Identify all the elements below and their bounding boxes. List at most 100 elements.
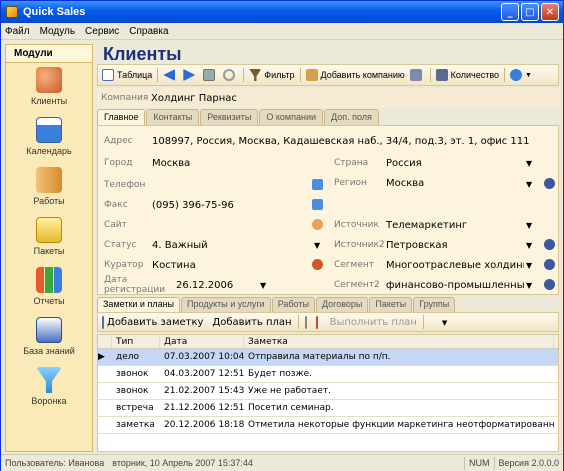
tab-packages[interactable]: Пакеты xyxy=(369,297,413,312)
execute-plan-label: Выполнить план xyxy=(329,316,417,328)
tab-about[interactable]: О компании xyxy=(259,109,324,125)
chevron-down-icon[interactable]: ▼ xyxy=(526,281,532,290)
add-company-button[interactable]: Добавить компанию xyxy=(305,69,405,81)
title-bar[interactable]: Quick Sales _ □ ✕ xyxy=(1,1,563,23)
next-record-button[interactable] xyxy=(183,69,198,81)
city-field[interactable]: Москва xyxy=(152,158,190,169)
save-button[interactable] xyxy=(203,69,218,81)
binoculars-icon[interactable] xyxy=(544,259,555,270)
notes-table: Тип Дата Заметка ▶ дело 07.03.2007 10:04… xyxy=(97,334,559,452)
chevron-down-icon[interactable]: ▼ xyxy=(526,159,532,168)
calendar-icon xyxy=(36,117,62,143)
options-button[interactable]: ▼ xyxy=(510,69,532,81)
tab-extra-fields[interactable]: Доп. поля xyxy=(324,109,379,125)
segment2-select[interactable]: финансово-промышленные xyxy=(386,280,524,291)
delete-icon xyxy=(315,315,318,329)
chevron-down-icon[interactable]: ▼ xyxy=(526,180,532,189)
hand-button[interactable] xyxy=(430,317,433,328)
clients-icon xyxy=(36,67,62,93)
sidebar-item-packages[interactable]: Пакеты xyxy=(6,213,92,263)
address-field[interactable]: 108997, Россия, Москва, Кадашевская наб.… xyxy=(152,136,530,147)
table-row[interactable]: заметка 20.12.2006 18:18 Отметила некото… xyxy=(98,417,558,434)
menu-help[interactable]: Справка xyxy=(129,26,168,37)
chevron-down-icon[interactable]: ▼ xyxy=(526,221,532,230)
sidebar-item-clients[interactable]: Клиенты xyxy=(6,63,92,113)
binoculars-icon[interactable] xyxy=(544,178,555,189)
packages-icon xyxy=(36,217,62,243)
table-row[interactable]: ▶ дело 07.03.2007 10:04 Отправила матери… xyxy=(98,349,558,366)
region-select[interactable]: Москва xyxy=(386,178,424,189)
window-title: Quick Sales xyxy=(23,6,86,18)
chevron-down-icon[interactable]: ▼ xyxy=(314,241,320,250)
cell-date: 21.12.2006 12:51 xyxy=(164,403,244,413)
delete-note-button[interactable] xyxy=(315,315,321,329)
regdate-field[interactable]: 26.12.2006 xyxy=(176,280,233,291)
source-select[interactable]: Телемаркетинг xyxy=(386,220,467,231)
first-record-button[interactable] xyxy=(163,69,178,81)
site-label: Сайт xyxy=(104,220,127,230)
chevron-down-icon[interactable]: ▼ xyxy=(260,281,266,290)
filter-button[interactable]: Фильтр xyxy=(249,69,295,81)
count-button-label: Количество xyxy=(450,70,500,80)
fax-icon[interactable] xyxy=(312,199,323,210)
tab-products[interactable]: Продукты и услуги xyxy=(181,297,271,312)
status-select[interactable]: 4. Важный xyxy=(152,240,208,251)
tab-main[interactable]: Главное xyxy=(97,109,146,125)
tab-works[interactable]: Работы xyxy=(271,297,315,312)
fax-field[interactable]: (095) 396-75-96 xyxy=(152,200,234,211)
menu-service[interactable]: Сервис xyxy=(85,26,119,37)
add-note-label: Добавить заметку xyxy=(107,316,204,328)
building-button[interactable] xyxy=(409,69,425,81)
user-icon[interactable] xyxy=(312,259,323,270)
column-header-date[interactable]: Дата xyxy=(160,335,244,348)
edit-note-button[interactable] xyxy=(304,315,310,329)
add-note-button[interactable]: Добавить заметку xyxy=(102,315,204,329)
sidebar-item-funnel[interactable]: Воронка xyxy=(6,363,92,413)
binoculars-icon[interactable] xyxy=(544,279,555,290)
table-row[interactable]: звонок 21.02.2007 15:43 Уже не работает. xyxy=(98,383,558,400)
filter-icon xyxy=(249,69,262,81)
sidebar-item-works[interactable]: Работы xyxy=(6,163,92,213)
curator-field[interactable]: Костина xyxy=(152,260,196,271)
table-row[interactable]: встреча 21.12.2006 12:51 Посетил семинар… xyxy=(98,400,558,417)
close-button[interactable]: ✕ xyxy=(541,3,559,21)
column-header-type[interactable]: Тип xyxy=(112,335,160,348)
table-button[interactable]: Таблица xyxy=(102,69,152,81)
chevron-down-icon[interactable]: ▼ xyxy=(526,241,532,250)
count-button[interactable]: Количество xyxy=(435,69,500,81)
add-plan-button[interactable]: Добавить план xyxy=(209,317,291,328)
filter-button-label: Фильтр xyxy=(264,70,295,80)
execute-plan-button[interactable]: Выполнить план xyxy=(327,317,417,328)
row-pointer-icon: ▶ xyxy=(98,352,105,362)
segment-select[interactable]: Многоотраслевые холдинги xyxy=(386,260,524,271)
hand-icon[interactable] xyxy=(312,219,323,230)
country-select[interactable]: Россия xyxy=(386,158,422,169)
tab-contacts[interactable]: Контакты xyxy=(146,109,200,125)
table-row[interactable]: звонок 04.03.2007 12:51 Будет позже. xyxy=(98,366,558,383)
undo-button[interactable] xyxy=(223,69,238,81)
source2-select[interactable]: Петровская xyxy=(386,240,448,251)
maximize-button[interactable]: □ xyxy=(521,3,539,21)
cell-type: дело xyxy=(116,352,140,362)
add-company-icon xyxy=(305,69,318,81)
phone-icon[interactable] xyxy=(312,179,323,190)
tab-requisites[interactable]: Реквизиты xyxy=(200,109,259,125)
edit-icon xyxy=(304,315,307,329)
tab-groups[interactable]: Группы xyxy=(413,297,456,312)
menu-module[interactable]: Модуль xyxy=(40,26,75,37)
tab-notes-plans[interactable]: Заметки и планы xyxy=(97,297,181,312)
tab-contracts[interactable]: Договоры xyxy=(315,297,369,312)
sidebar-item-knowledge[interactable]: База знаний xyxy=(6,313,92,363)
menu-file[interactable]: Файл xyxy=(5,26,30,37)
chevron-down-icon[interactable]: ▼ xyxy=(526,261,532,270)
binoculars-icon[interactable] xyxy=(544,239,555,250)
sidebar-item-calendar[interactable]: Календарь xyxy=(6,113,92,163)
cell-note: Отправила материалы по п/п. xyxy=(248,352,391,362)
sidebar-item-label: Воронка xyxy=(31,396,67,406)
column-header-note[interactable]: Заметка xyxy=(244,335,554,348)
region-label: Регион xyxy=(334,178,367,188)
minimize-button[interactable]: _ xyxy=(501,3,519,21)
sidebar-item-reports[interactable]: Отчеты xyxy=(6,263,92,313)
users-button[interactable]: ▼ xyxy=(439,317,447,328)
address-label: Адрес xyxy=(104,136,133,146)
